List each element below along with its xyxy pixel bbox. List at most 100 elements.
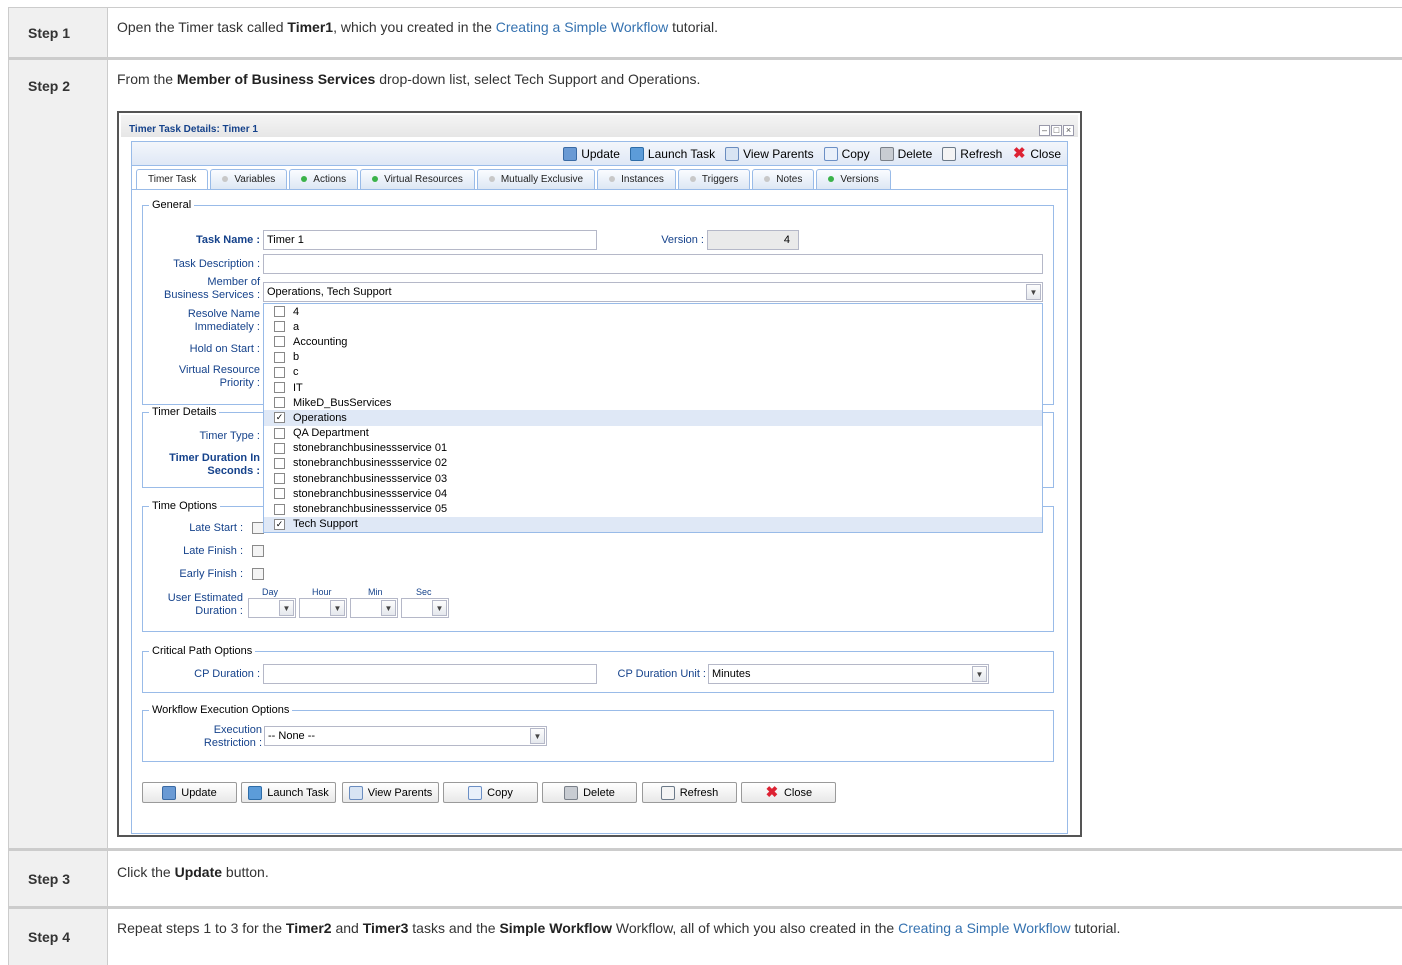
- checkbox[interactable]: [274, 366, 285, 378]
- status-dot-icon: [764, 176, 771, 182]
- launch-task-button-bottom[interactable]: Launch Task: [241, 782, 336, 803]
- tab-versions[interactable]: Versions: [816, 169, 891, 189]
- launch-task-button[interactable]: Launch Task: [629, 146, 715, 161]
- tab-timer-task[interactable]: Timer Task: [136, 169, 209, 190]
- tab-actions[interactable]: Actions: [289, 169, 359, 189]
- update-button-bottom[interactable]: Update: [142, 782, 237, 803]
- checkbox[interactable]: [274, 457, 285, 469]
- view-parents-button-bottom[interactable]: View Parents: [342, 782, 439, 803]
- copy-button[interactable]: Copy: [823, 146, 870, 161]
- chevron-down-icon[interactable]: ▼: [972, 666, 987, 682]
- parents-icon: [348, 785, 363, 800]
- sec-select[interactable]: ▼: [401, 598, 449, 618]
- cp-duration-unit-select[interactable]: Minutes ▼: [708, 664, 989, 684]
- chevron-down-icon[interactable]: ▼: [1026, 284, 1041, 300]
- update-button[interactable]: Update: [563, 146, 620, 161]
- step-text: Repeat steps 1 to 3 for the Timer2 and T…: [117, 920, 1121, 936]
- refresh-button-bottom[interactable]: Refresh: [642, 782, 737, 803]
- parents-icon: [725, 146, 740, 161]
- step-text: Open the Timer task called Timer1, which…: [117, 19, 719, 35]
- section-legend: Timer Details: [152, 406, 217, 418]
- minimize-icon[interactable]: –: [1039, 125, 1050, 136]
- status-dot-icon: [488, 176, 495, 182]
- chevron-down-icon[interactable]: ▼: [279, 600, 294, 616]
- checkmark-icon[interactable]: ✓: [274, 518, 285, 530]
- cp-duration-label: CP Duration :: [194, 668, 260, 680]
- checkbox[interactable]: [274, 306, 285, 318]
- chevron-down-icon[interactable]: ▼: [330, 600, 345, 616]
- list-item[interactable]: stonebranchbusinessservice 02: [264, 456, 1042, 471]
- delete-button-bottom[interactable]: Delete: [542, 782, 637, 803]
- checkbox[interactable]: [274, 397, 285, 409]
- tab-notes[interactable]: Notes: [752, 169, 815, 189]
- copy-button-bottom[interactable]: Copy: [443, 782, 538, 803]
- list-item[interactable]: b: [264, 350, 1042, 365]
- min-select[interactable]: ▼: [350, 598, 398, 618]
- list-item[interactable]: Accounting: [264, 334, 1042, 349]
- list-item-selected[interactable]: ✓ Tech Support: [264, 516, 1042, 532]
- tab-mutually-exclusive[interactable]: Mutually Exclusive: [476, 169, 596, 189]
- checkmark-icon[interactable]: ✓: [274, 412, 285, 424]
- refresh-icon: [660, 785, 675, 800]
- member-of-business-services-label: Member of Business Services :: [164, 276, 260, 301]
- tab-variables[interactable]: Variables: [210, 169, 288, 189]
- list-item[interactable]: 4: [264, 304, 1042, 319]
- timer-task-window: Timer Task Details: Timer 1 – □ × Update…: [117, 111, 1082, 837]
- close-window-icon[interactable]: ×: [1063, 125, 1074, 136]
- list-item-selected[interactable]: ✓ Operations: [264, 410, 1042, 426]
- list-item[interactable]: stonebranchbusinessservice 01: [264, 441, 1042, 456]
- hold-on-start-label: Hold on Start :: [189, 343, 260, 355]
- list-item[interactable]: QA Department: [264, 426, 1042, 441]
- close-button-bottom[interactable]: ✖ Close: [741, 782, 836, 803]
- refresh-button[interactable]: Refresh: [942, 146, 1002, 161]
- checkbox[interactable]: [274, 442, 285, 454]
- chevron-down-icon[interactable]: ▼: [432, 600, 447, 616]
- checkbox[interactable]: [274, 488, 285, 500]
- details-panel: Update Launch Task View Parents Copy Del…: [131, 141, 1068, 834]
- maximize-icon[interactable]: □: [1051, 125, 1062, 136]
- tutorial-link[interactable]: Creating a Simple Workflow: [898, 920, 1070, 936]
- list-item[interactable]: stonebranchbusinessservice 04: [264, 486, 1042, 501]
- cp-duration-input[interactable]: [263, 664, 597, 684]
- close-button[interactable]: ✖ Close: [1012, 144, 1061, 162]
- save-icon: [563, 146, 578, 161]
- tab-triggers[interactable]: Triggers: [677, 169, 751, 189]
- close-icon: ✖: [765, 783, 779, 801]
- step-text: Click the Update button.: [117, 864, 269, 880]
- tutorial-link[interactable]: Creating a Simple Workflow: [496, 19, 668, 35]
- tab-virtual-resources[interactable]: Virtual Resources: [360, 169, 475, 189]
- chevron-down-icon[interactable]: ▼: [530, 728, 545, 744]
- user-estimated-duration-label: User Estimated Duration :: [167, 592, 243, 617]
- window-title: Timer Task Details: Timer 1: [121, 115, 1078, 137]
- view-parents-button[interactable]: View Parents: [725, 146, 814, 161]
- checkbox[interactable]: [274, 336, 285, 348]
- checkbox[interactable]: [274, 351, 285, 363]
- list-item[interactable]: stonebranchbusinessservice 03: [264, 471, 1042, 486]
- launch-icon: [629, 146, 644, 161]
- close-icon: ✖: [1013, 144, 1026, 162]
- tab-instances[interactable]: Instances: [597, 169, 676, 189]
- status-dot-icon: [372, 176, 379, 182]
- list-item[interactable]: stonebranchbusinessservice 05: [264, 501, 1042, 516]
- chevron-down-icon[interactable]: ▼: [381, 600, 396, 616]
- list-item[interactable]: c: [264, 365, 1042, 380]
- early-finish-checkbox[interactable]: [252, 568, 264, 580]
- business-services-select[interactable]: Operations, Tech Support ▼: [263, 282, 1043, 302]
- list-item[interactable]: IT: [264, 380, 1042, 395]
- list-item[interactable]: a: [264, 319, 1042, 334]
- checkbox[interactable]: [274, 473, 285, 485]
- trash-icon: [879, 146, 894, 161]
- late-finish-checkbox[interactable]: [252, 545, 264, 557]
- day-select[interactable]: ▼: [248, 598, 296, 618]
- checkbox[interactable]: [274, 321, 285, 333]
- checkbox[interactable]: [274, 382, 285, 394]
- delete-button[interactable]: Delete: [879, 146, 932, 161]
- task-name-input[interactable]: Timer 1: [263, 230, 597, 250]
- list-item[interactable]: MikeD_BusServices: [264, 395, 1042, 410]
- step-1-row: Step 1 Open the Timer task called Timer1…: [8, 8, 1402, 60]
- checkbox[interactable]: [274, 503, 285, 515]
- execution-restriction-select[interactable]: -- None -- ▼: [264, 726, 547, 746]
- task-description-input[interactable]: [263, 254, 1043, 274]
- checkbox[interactable]: [274, 427, 285, 439]
- hour-select[interactable]: ▼: [299, 598, 347, 618]
